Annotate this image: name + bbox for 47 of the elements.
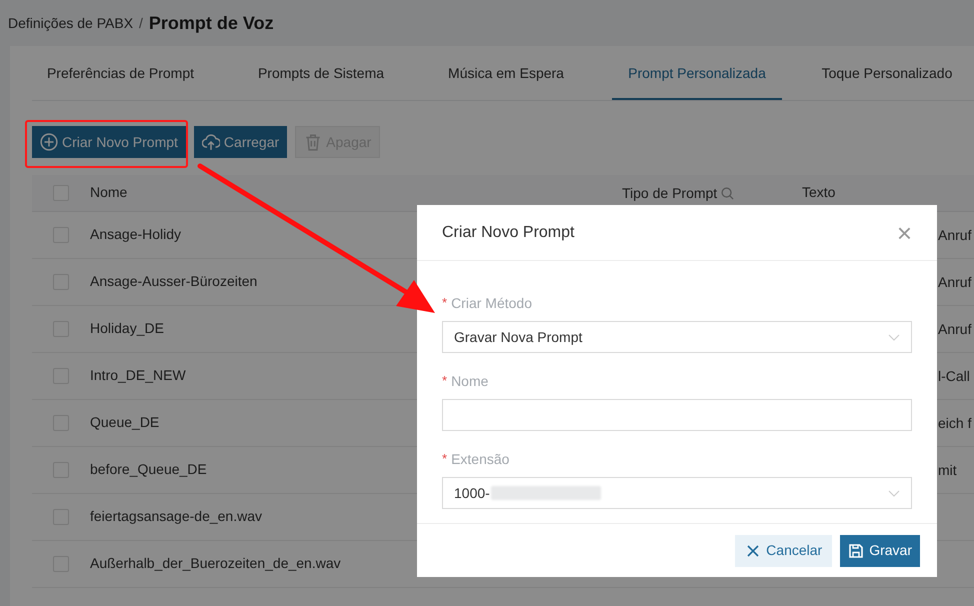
tab[interactable]: Prompts de Sistema [231,49,411,100]
cloud-upload-icon [202,133,220,151]
close-button[interactable]: × [896,220,912,246]
input-field[interactable] [442,399,912,431]
column-header: Texto [802,184,836,200]
breadcrumb-link[interactable]: Definições de PABX [8,12,134,34]
close-icon [745,542,762,558]
table-cell-text: Anruf [938,226,972,244]
breadcrumb-separator: / [139,14,143,32]
table-cell-text: Anruf [938,320,972,338]
trash-icon [304,133,322,151]
select-field[interactable]: 1000- [442,477,912,509]
table-cell: Außerhalb_der_Buerozeiten_de_en.wav [90,555,341,571]
cancel-button[interactable]: Cancelar [735,534,832,566]
field-label: Criar Método [451,294,532,312]
chevron-down-icon [888,490,900,496]
tab[interactable]: Prompt Personalizada [612,49,782,100]
table-cell-text: Anruf [938,272,972,292]
search-icon[interactable] [721,186,734,200]
select-field[interactable]: Gravar Nova Prompt [442,321,912,353]
create-button[interactable]: Criar Novo Prompt [32,126,186,158]
page-title: Prompt de Voz [148,12,274,35]
tab[interactable]: Toque Personalizado [800,49,974,100]
table-cell-text: eich f [938,414,972,432]
column-header: Tipo de Prompt [622,184,718,203]
table-cell: Queue_DE [90,414,160,430]
table-cell-text: mit [938,460,957,480]
column-header: Nome [90,184,128,200]
table-cell: before_Queue_DE [90,461,207,477]
table-cell-text: l-Call [938,366,970,386]
chevron-down-icon [888,334,900,340]
plus-circle-icon [40,133,58,151]
required-mark: * [442,294,448,312]
tab[interactable]: Preferências de Prompt [32,49,209,100]
tab[interactable]: Música em Espera [416,49,596,100]
upload-button[interactable]: Carregar [194,126,288,158]
save-button[interactable]: Gravar [840,534,920,566]
table-cell: feiertagsansage-de_en.wav [90,508,262,524]
table-cell: Intro_DE_NEW [90,367,186,383]
table-cell: Ansage-Ausser-Bürozeiten [90,273,258,289]
dialog-title: Criar Novo Prompt [442,222,574,242]
required-mark: * [442,372,448,390]
field-label: Nome [451,372,488,390]
table-cell: Holiday_DE [90,320,164,336]
field-label: Extensão [451,450,510,468]
required-mark: * [442,450,448,468]
table-cell: Ansage-Holidy [90,226,182,242]
